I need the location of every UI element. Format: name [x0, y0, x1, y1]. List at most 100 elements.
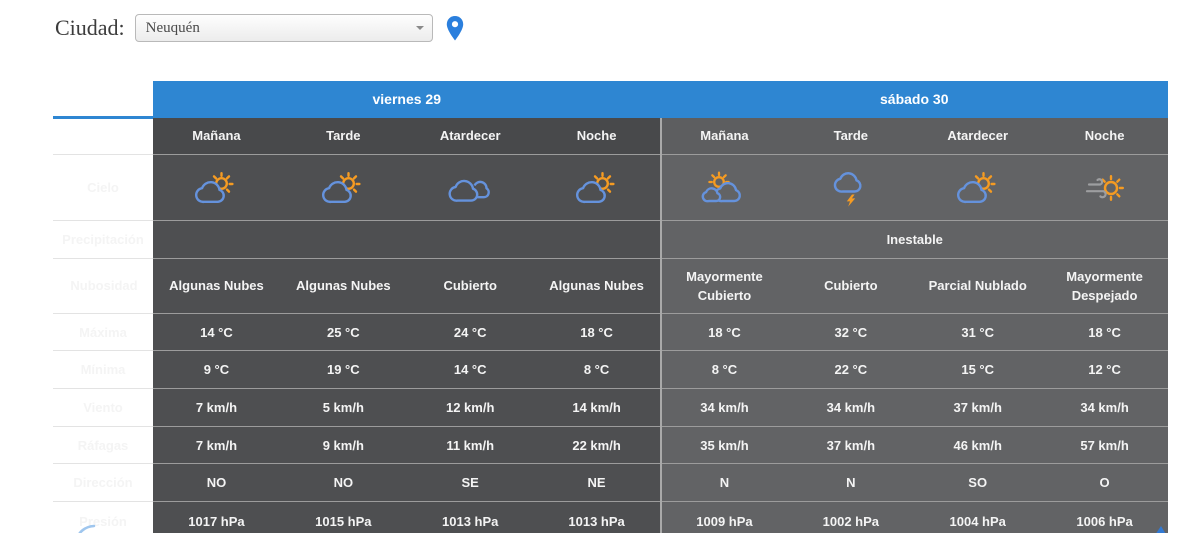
table-cell: 25 °C [279, 313, 407, 351]
cloudiness-row: Nubosidad Algunas Nubes Algunas Nubes Cu… [53, 258, 1168, 314]
table-cell: N [659, 463, 788, 502]
table-cell: Parcial Nublado [914, 258, 1042, 314]
table-cell: Algunas Nubes [153, 258, 280, 314]
table-cell: 1015 hPa [279, 501, 407, 533]
period-manana-1: Mañana [153, 117, 280, 155]
table-cell: 9 °C [153, 350, 280, 389]
weather-partly-cloudy-icon [320, 171, 366, 205]
table-cell: 18 °C [1041, 313, 1168, 351]
table-cell: 8 °C [659, 350, 788, 389]
table-cell: NE [533, 463, 661, 502]
row-label-minima: Mínima [53, 350, 153, 389]
weather-partly-cloudy-icon [574, 171, 620, 205]
period-header-blank [53, 117, 153, 155]
table-cell: 24 °C [406, 313, 534, 351]
table-cell: 19 °C [279, 350, 407, 389]
row-label-viento: Viento [53, 388, 153, 427]
table-cell: 57 km/h [1041, 426, 1168, 464]
table-cell: SO [914, 463, 1042, 502]
period-tarde-1: Tarde [279, 117, 407, 155]
pressure-row: Presión 1017 hPa 1015 hPa 1013 hPa 1013 … [53, 501, 1168, 533]
table-cell: 14 °C [406, 350, 534, 389]
weather-windy-sun-icon [1082, 171, 1128, 205]
wind-direction-row: Dirección NO NO SE NE N N SO O [53, 463, 1168, 502]
day-header-sabado: sábado 30 [660, 81, 1168, 118]
location-pin-icon[interactable] [446, 15, 464, 42]
table-cell: 22 °C [787, 350, 915, 389]
wind-row: Viento 7 km/h 5 km/h 12 km/h 14 km/h 34 … [53, 388, 1168, 427]
city-select[interactable]: Neuquén [134, 14, 433, 42]
table-cell: 9 km/h [279, 426, 407, 464]
table-cell: 15 °C [914, 350, 1042, 389]
table-cell: NO [279, 463, 407, 502]
table-cell: 1009 hPa [659, 501, 788, 533]
table-cell: 1006 hPa [1041, 501, 1168, 533]
period-manana-2: Mañana [659, 117, 788, 155]
table-cell: Algunas Nubes [279, 258, 407, 314]
table-corner [53, 81, 153, 119]
table-cell: 34 km/h [659, 388, 788, 427]
table-cell: 18 °C [533, 313, 661, 351]
table-cell: 1013 hPa [533, 501, 661, 533]
table-cell: 11 km/h [406, 426, 534, 464]
table-cell: 37 km/h [914, 388, 1042, 427]
table-cell: 1004 hPa [914, 501, 1042, 533]
city-select-wrap: Neuquén [134, 14, 433, 42]
table-cell: 31 °C [914, 313, 1042, 351]
row-label-rafagas: Ráfagas [53, 426, 153, 464]
row-label-maxima: Máxima [53, 313, 153, 351]
table-cell: 34 km/h [787, 388, 915, 427]
table-cell: 37 km/h [787, 426, 915, 464]
table-cell: 18 °C [659, 313, 788, 351]
table-cell: 1002 hPa [787, 501, 915, 533]
period-noche-1: Noche [533, 117, 661, 155]
table-cell: 35 km/h [659, 426, 788, 464]
city-label: Ciudad: [55, 15, 125, 40]
table-cell: 14 °C [153, 313, 280, 351]
sky-row: Cielo [53, 154, 1168, 221]
table-cell: 12 km/h [406, 388, 534, 427]
weather-partly-cloudy-icon [955, 171, 1001, 205]
table-cell: 12 °C [1041, 350, 1168, 389]
period-noche-2: Noche [1041, 117, 1168, 155]
table-cell: NO [153, 463, 280, 502]
period-atardecer-2: Atardecer [914, 117, 1042, 155]
row-label-precipitacion: Precipitación [53, 220, 153, 259]
table-cell: SE [406, 463, 534, 502]
city-selector-bar: Ciudad: Neuquén [55, 12, 464, 44]
weather-partly-cloudy-icon [193, 171, 239, 205]
table-cell: 1017 hPa [153, 501, 280, 533]
day-header-viernes: viernes 29 [153, 81, 661, 118]
gusts-row: Ráfagas 7 km/h 9 km/h 11 km/h 22 km/h 35… [53, 426, 1168, 464]
table-cell: O [1041, 463, 1168, 502]
table-cell: Mayormente Despejado [1041, 258, 1168, 314]
table-cell: Mayormente Cubierto [659, 258, 788, 314]
precip-sabado: Inestable [659, 220, 1168, 259]
min-temp-row: Mínima 9 °C 19 °C 14 °C 8 °C 8 °C 22 °C … [53, 350, 1168, 389]
table-cell: 7 km/h [153, 388, 280, 427]
table-cell: 1013 hPa [406, 501, 534, 533]
weather-mostly-cloudy-icon [701, 170, 747, 205]
weather-forecast-page: Ciudad: Neuquén viernes 29 sábado 30 Mañ… [0, 0, 1200, 533]
row-label-direccion: Dirección [53, 463, 153, 502]
table-cell: N [787, 463, 915, 502]
max-temp-row: Máxima 14 °C 25 °C 24 °C 18 °C 18 °C 32 … [53, 313, 1168, 351]
precip-viernes [153, 220, 661, 259]
next-day-arrow-icon[interactable] [1151, 524, 1169, 533]
prev-day-arrow-icon[interactable] [74, 524, 96, 533]
period-header-row: Mañana Tarde Atardecer Noche Mañana Tard… [53, 117, 1168, 155]
day-header-row: viernes 29 sábado 30 [53, 81, 1168, 119]
period-atardecer-1: Atardecer [406, 117, 534, 155]
table-cell: 8 °C [533, 350, 661, 389]
period-tarde-2: Tarde [787, 117, 915, 155]
table-cell: 5 km/h [279, 388, 407, 427]
row-label-nubosidad: Nubosidad [53, 258, 153, 314]
table-cell: Cubierto [406, 258, 534, 314]
weather-thunderstorm-icon [828, 169, 874, 207]
precipitation-row: Precipitación Inestable [53, 220, 1168, 259]
table-cell: 46 km/h [914, 426, 1042, 464]
weather-cloudy-icon [447, 171, 493, 205]
table-cell: Cubierto [787, 258, 915, 314]
table-cell: 32 °C [787, 313, 915, 351]
table-cell: 34 km/h [1041, 388, 1168, 427]
